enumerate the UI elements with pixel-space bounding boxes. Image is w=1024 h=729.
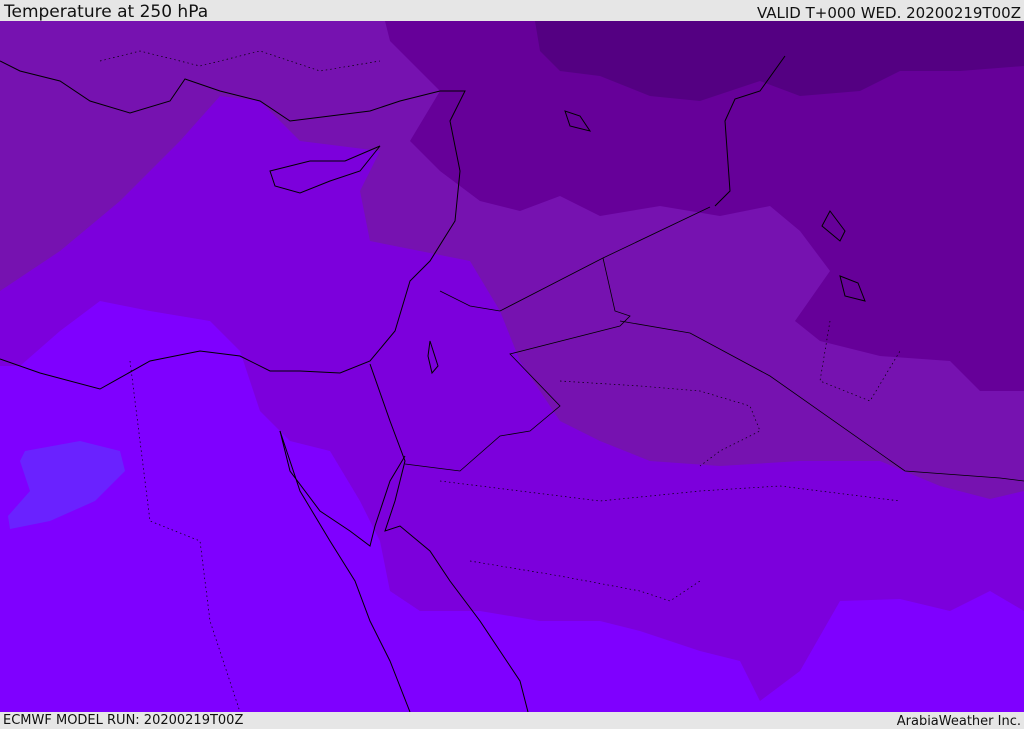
temperature-map (0, 21, 1024, 712)
model-run-label: ECMWF MODEL RUN: 20200219T00Z (3, 713, 244, 728)
map-title: Temperature at 250 hPa (4, 2, 209, 22)
credit-label: ArabiaWeather Inc. (896, 714, 1021, 729)
valid-time: VALID T+000 WED. 20200219T00Z (756, 4, 1021, 22)
header-bar: Temperature at 250 hPa VALID T+000 WED. … (0, 0, 1024, 21)
footer-bar: ECMWF MODEL RUN: 20200219T00Z ArabiaWeat… (0, 712, 1024, 729)
